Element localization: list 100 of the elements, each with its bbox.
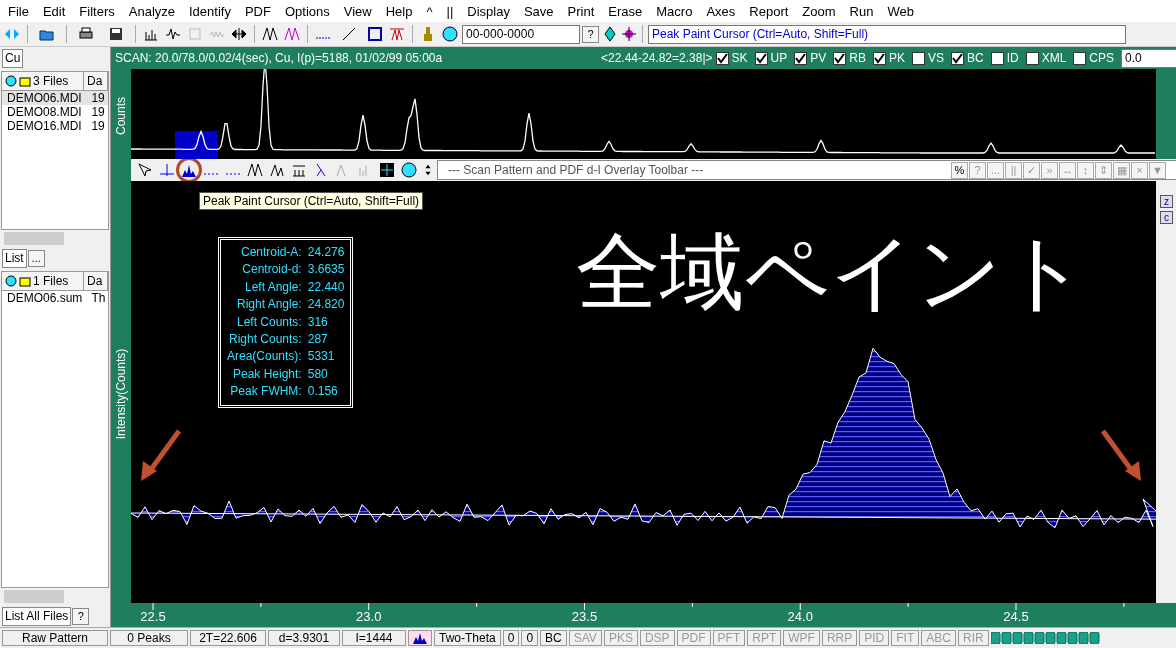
status-field: Raw Pattern — [2, 630, 108, 646]
checkbox[interactable] — [833, 51, 847, 65]
toolbar-title: --- Scan Pattern and PDF d-I Overlay Toolbar --- — [448, 163, 705, 177]
checkbox[interactable] — [1073, 51, 1087, 65]
menu-item[interactable]: View — [337, 3, 380, 19]
checkbox-label: PK — [888, 51, 905, 65]
axis-tick-label: 24.0 — [787, 609, 813, 624]
info-label: Area(Counts): — [227, 348, 302, 366]
peak-paint-icon[interactable] — [179, 160, 199, 180]
checkbox[interactable] — [990, 51, 1004, 65]
menu-item[interactable]: PDF — [238, 3, 279, 19]
checkbox[interactable] — [715, 51, 729, 65]
menu-item[interactable]: Save — [517, 3, 562, 19]
menu-item[interactable]: Web — [881, 3, 922, 19]
axis-tick-label: 23.0 — [356, 609, 382, 624]
menu-item[interactable]: File — [2, 3, 37, 19]
column-header[interactable]: 1 Files — [2, 272, 84, 291]
status-field: RPT — [747, 630, 782, 646]
checkbox[interactable] — [911, 51, 925, 65]
info-value: 3.6635 — [307, 261, 345, 279]
info-value: 0.156 — [307, 383, 339, 401]
checkbox[interactable] — [872, 51, 886, 65]
menu-item[interactable]: Help — [379, 3, 421, 19]
menu-item[interactable]: Display — [461, 3, 518, 19]
checkbox-label: BC — [966, 51, 984, 65]
more-button[interactable]: ... — [27, 249, 45, 267]
file-row[interactable]: DEMO06.sum Th — [2, 291, 108, 306]
status-field: DSP — [639, 630, 675, 646]
message-field: Peak Paint Cursor (Ctrl=Auto, Shift=Full) — [648, 24, 1126, 44]
info-label: Peak FWHM: — [229, 383, 302, 401]
axis-title: Counts — [114, 97, 128, 135]
status-field: ABC — [921, 630, 956, 646]
info-label: Right Counts: — [228, 331, 302, 349]
list-combo[interactable]: List All Files — [2, 606, 72, 626]
menu-item[interactable]: ^ — [420, 3, 441, 19]
menu-item[interactable]: Options — [278, 3, 338, 19]
status-field: FIT — [891, 630, 920, 646]
menu-item[interactable]: Report — [743, 3, 797, 19]
status-field: BC — [540, 630, 567, 646]
card-number-field[interactable]: 00-000-0000 — [462, 24, 580, 44]
caption-text: 全域ペイント — [576, 222, 1088, 323]
toolbar-button[interactable]: % — [951, 161, 968, 179]
side-button[interactable]: c — [1160, 211, 1173, 224]
checkbox[interactable] — [950, 51, 964, 65]
checkbox-label: CPS — [1089, 51, 1114, 65]
help-icon[interactable] — [399, 160, 419, 180]
status-field: 0 — [502, 630, 520, 646]
info-label: Centroid-A: — [240, 244, 302, 261]
axis-title: Intensity(Counts) — [114, 348, 128, 440]
menu-item[interactable]: Run — [843, 3, 882, 19]
column-header[interactable]: Da — [83, 72, 108, 90]
menu-item[interactable]: Print — [561, 3, 603, 19]
menu-item[interactable]: Analyze — [122, 3, 183, 19]
menu-item[interactable]: Erase — [602, 3, 651, 19]
menu-item[interactable]: Identify — [183, 3, 239, 19]
file-row[interactable]: DEMO08.MDI 19 — [2, 105, 108, 119]
menu-item[interactable]: Axes — [700, 3, 744, 19]
status-field: Two-Theta — [434, 630, 501, 646]
menu-item[interactable]: Zoom — [796, 3, 844, 19]
side-button[interactable]: z — [1160, 195, 1173, 208]
menu-item[interactable]: Edit — [36, 3, 74, 19]
column-header[interactable]: 3 Files — [2, 72, 84, 90]
help-icon[interactable] — [440, 24, 460, 44]
checkbox-label: PV — [810, 51, 827, 65]
crosshair-icon[interactable] — [620, 24, 637, 44]
status-field: RRP — [821, 630, 858, 646]
status-field: PKS — [603, 630, 638, 646]
checkbox[interactable] — [1025, 51, 1039, 65]
info-label: Peak Height: — [232, 365, 302, 383]
tooltip: Peak Paint Cursor (Ctrl=Auto, Shift=Full) — [199, 192, 424, 210]
checkbox[interactable] — [754, 51, 768, 65]
scan-info: SCAN: 20.0/78.0/0.02/4(sec), Cu, I(p)=5188, 01/02/99 05:00a — [115, 51, 443, 65]
file-row[interactable]: DEMO06.MDI 19 — [2, 91, 108, 105]
spin-field[interactable]: 0.0 — [1121, 48, 1176, 68]
info-value: 580 — [307, 365, 329, 383]
info-value: 24.820 — [307, 296, 345, 314]
status-field: PFT — [712, 630, 746, 646]
list-combo[interactable]: List — [2, 248, 27, 268]
info-label: Left Counts: — [236, 313, 302, 331]
column-header[interactable]: Da — [83, 272, 108, 291]
info-value: 287 — [307, 331, 329, 349]
status-field: d=3.9301 — [268, 630, 340, 646]
check-circle-icon — [5, 275, 17, 288]
element-combo[interactable]: Cu — [2, 48, 24, 68]
frame-icon[interactable] — [377, 160, 397, 180]
frame-icon[interactable] — [365, 24, 385, 44]
checkbox[interactable] — [794, 51, 808, 65]
status-field: SAV — [568, 630, 602, 646]
peak-paint-icon — [408, 630, 432, 646]
help-button[interactable]: ? — [582, 25, 599, 43]
menu-item[interactable]: Macro — [650, 3, 701, 19]
menu-item[interactable]: Filters — [73, 3, 123, 19]
folder-icon — [19, 75, 31, 87]
axis-tick-label: 22.5 — [140, 609, 166, 624]
status-field: WPF — [783, 630, 820, 646]
menu-item[interactable]: || — [440, 3, 462, 19]
help-button[interactable]: ? — [72, 607, 90, 625]
file-row[interactable]: DEMO16.MDI 19 — [2, 119, 108, 133]
axis-tick-label: 23.5 — [571, 609, 598, 624]
checkbox-label: XML — [1041, 51, 1067, 65]
